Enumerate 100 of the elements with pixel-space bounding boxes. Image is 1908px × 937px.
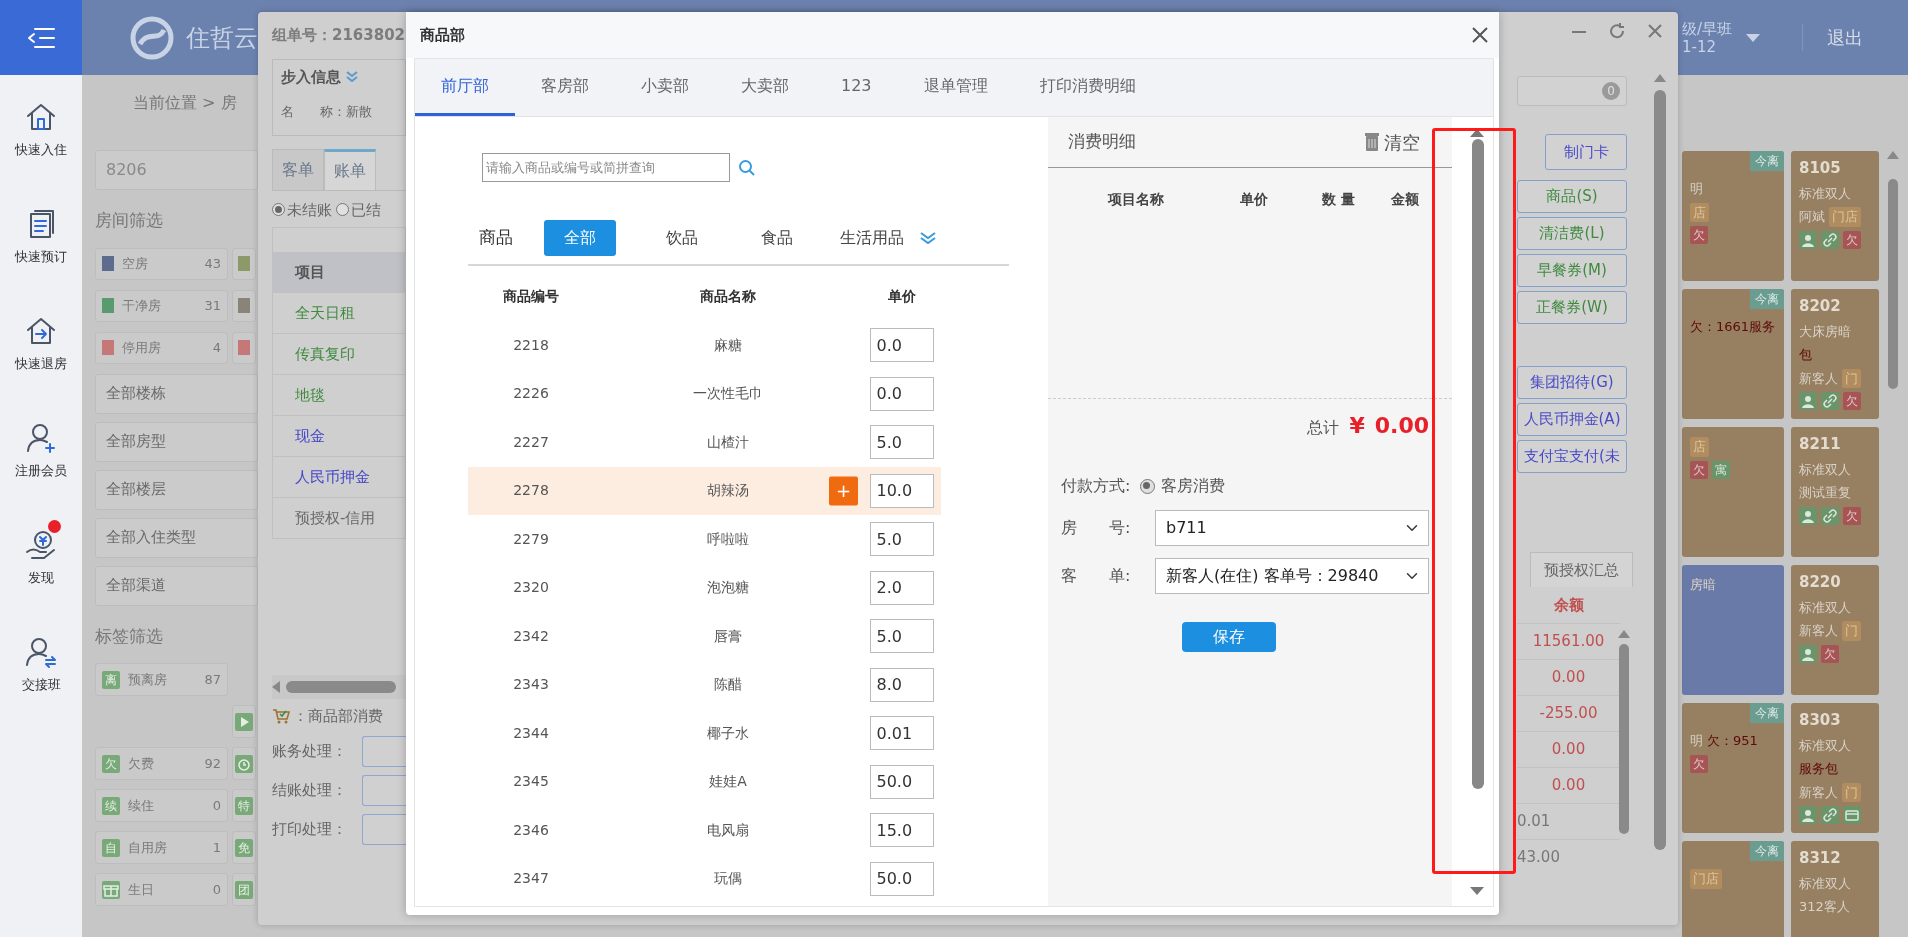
room-card[interactable]: 8312 标准双人 312客人	[1791, 841, 1879, 937]
action-button[interactable]: 人民币押金(A)	[1517, 403, 1627, 436]
table-row[interactable]: 2320 泡泡糖 2.0	[468, 563, 941, 612]
tag-filter[interactable]: 免	[232, 831, 256, 864]
logout-link[interactable]: 退出	[1802, 24, 1864, 51]
tab[interactable]: 大卖部	[715, 59, 815, 116]
tab[interactable]: 客单	[272, 148, 324, 190]
tag-filter[interactable]: 生日 0	[95, 873, 228, 906]
action-button[interactable]: 支付宝支付(未	[1517, 440, 1627, 473]
price-input[interactable]: 8.0	[869, 667, 934, 702]
tab[interactable]: 小卖部	[615, 59, 715, 116]
sidebar-item[interactable]: 交接班	[0, 613, 82, 717]
tag-filter[interactable]: 续 续住 0	[95, 789, 228, 822]
table-row[interactable]: 2279 呼啦啦 5.0	[468, 515, 941, 564]
table-row[interactable]: 2278 胡辣汤 + 10.0	[468, 466, 941, 515]
table-row[interactable]: 2226 一次性毛巾 0.0	[468, 369, 941, 418]
status-filter[interactable]: 停用房 4	[95, 331, 228, 364]
menu-icon[interactable]	[26, 26, 56, 49]
scroll-down-icon[interactable]	[1470, 887, 1484, 895]
close-icon[interactable]	[1646, 22, 1664, 40]
sidebar-item[interactable]: 快速退房	[0, 292, 82, 396]
price-input[interactable]: 0.0	[869, 376, 934, 411]
tab[interactable]: 预授权汇总	[1530, 552, 1633, 587]
sidebar-item[interactable]: 注册会员	[0, 399, 82, 503]
action-button[interactable]	[362, 735, 406, 767]
price-input[interactable]: 50.0	[869, 861, 934, 896]
double-chevron-icon[interactable]	[345, 70, 359, 83]
scrollbar-thumb[interactable]	[1888, 179, 1898, 389]
room-card[interactable]: 今离 明 欠：951 欠	[1682, 703, 1784, 833]
action-button[interactable]: 集团招待(G)	[1517, 366, 1627, 399]
save-button[interactable]: 保存	[1182, 622, 1276, 652]
table-row[interactable]: 2342 唇膏 5.0	[468, 612, 941, 661]
price-input[interactable]: 2.0	[869, 570, 934, 605]
price-input[interactable]: 10.0	[869, 473, 934, 508]
tab[interactable]: 账单	[324, 148, 376, 190]
clear-button[interactable]: 清空	[1364, 128, 1420, 156]
scrollbar-thumb[interactable]	[1472, 139, 1484, 789]
tab[interactable]: 客房部	[515, 59, 615, 116]
radio-button[interactable]	[336, 203, 349, 217]
tag-filter[interactable]	[232, 705, 256, 738]
sidebar-item[interactable]: 快速入住	[0, 78, 82, 182]
close-icon[interactable]	[1471, 26, 1489, 44]
dropdown[interactable]: 全部入住类型	[95, 517, 258, 558]
room-card[interactable]: 店 欠 寓	[1682, 427, 1784, 557]
select-field[interactable]: b711	[1155, 510, 1429, 546]
action-button[interactable]: 早餐券(M)	[1517, 254, 1627, 287]
scroll-up-icon[interactable]	[1887, 151, 1899, 159]
select-field[interactable]: 新客人(在住) 客单号：29840	[1155, 558, 1429, 594]
price-input[interactable]: 0.0	[869, 328, 934, 363]
category-tab[interactable]: 全部	[544, 220, 616, 256]
status-filter[interactable]	[232, 289, 256, 322]
category-tab[interactable]: 食品	[729, 220, 824, 256]
scroll-up-icon[interactable]	[1618, 630, 1630, 638]
action-button[interactable]: 商品(S)	[1517, 180, 1627, 213]
action-button[interactable]	[362, 813, 406, 845]
double-chevron-icon[interactable]	[919, 231, 937, 245]
scroll-up-icon[interactable]	[1470, 129, 1484, 137]
scrollbar-thumb[interactable]	[1619, 644, 1629, 834]
radio-button[interactable]	[1140, 478, 1156, 494]
tag-filter[interactable]: 特	[232, 789, 256, 822]
tag-filter[interactable]: 欠 欠费 92	[95, 747, 228, 780]
status-filter[interactable]: 干净房 31	[95, 289, 228, 322]
dropdown[interactable]: 全部渠道	[95, 565, 258, 606]
dropdown[interactable]: 全部楼栋	[95, 373, 258, 414]
room-card[interactable]: 8211 标准双人 测试重复 欠	[1791, 427, 1879, 557]
price-input[interactable]: 50.0	[869, 764, 934, 799]
action-button[interactable]	[362, 774, 406, 806]
status-filter[interactable]	[232, 247, 256, 280]
table-row[interactable]: 2343 陈醋 8.0	[468, 660, 941, 709]
table-row[interactable]: 2227 山楂汁 5.0	[468, 418, 941, 467]
scroll-left-icon[interactable]	[272, 681, 280, 693]
status-filter[interactable]: 空房 43	[95, 247, 228, 280]
scrollbar-thumb[interactable]	[286, 681, 396, 693]
room-card[interactable]: 房暗	[1682, 565, 1784, 695]
refresh-icon[interactable]	[1608, 22, 1626, 40]
tag-filter[interactable]: 团	[232, 873, 256, 906]
category-tab[interactable]: 生活用品	[824, 220, 919, 256]
price-input[interactable]: 5.0	[869, 522, 934, 557]
room-card[interactable]: 今离 欠：1661服务	[1682, 289, 1784, 419]
tag-filter[interactable]: 离 预离房 87	[95, 663, 228, 696]
tab[interactable]: 打印消费明细	[1013, 59, 1162, 116]
add-button[interactable]: +	[829, 476, 858, 506]
sidebar-item[interactable]: 发现	[0, 506, 82, 610]
search-icon[interactable]	[738, 158, 756, 177]
tag-filter[interactable]: 自 自用房 1	[95, 831, 228, 864]
radio-button[interactable]	[272, 203, 285, 217]
category-tab[interactable]: 饮品	[634, 220, 729, 256]
table-row[interactable]: 2345 娃娃A 50.0	[468, 757, 941, 806]
price-input[interactable]: 5.0	[869, 619, 934, 654]
sidebar-item[interactable]: 快速预订	[0, 185, 82, 289]
action-button[interactable]: 制门卡	[1545, 134, 1627, 170]
table-row[interactable]: 2347 玩偶 50.0	[468, 854, 941, 903]
table-row[interactable]: 2218 麻糖 0.0	[468, 321, 941, 370]
price-input[interactable]: 5.0	[869, 425, 934, 460]
action-button[interactable]: 正餐券(W)	[1517, 291, 1627, 324]
table-row[interactable]: 2346 电风扇 15.0	[468, 806, 941, 855]
price-input[interactable]: 0.01	[869, 716, 934, 751]
tab[interactable]: 退单管理	[897, 59, 1014, 116]
dropdown[interactable]: 全部房型	[95, 421, 258, 462]
table-row[interactable]: 2344 椰子水 0.01	[468, 709, 941, 758]
